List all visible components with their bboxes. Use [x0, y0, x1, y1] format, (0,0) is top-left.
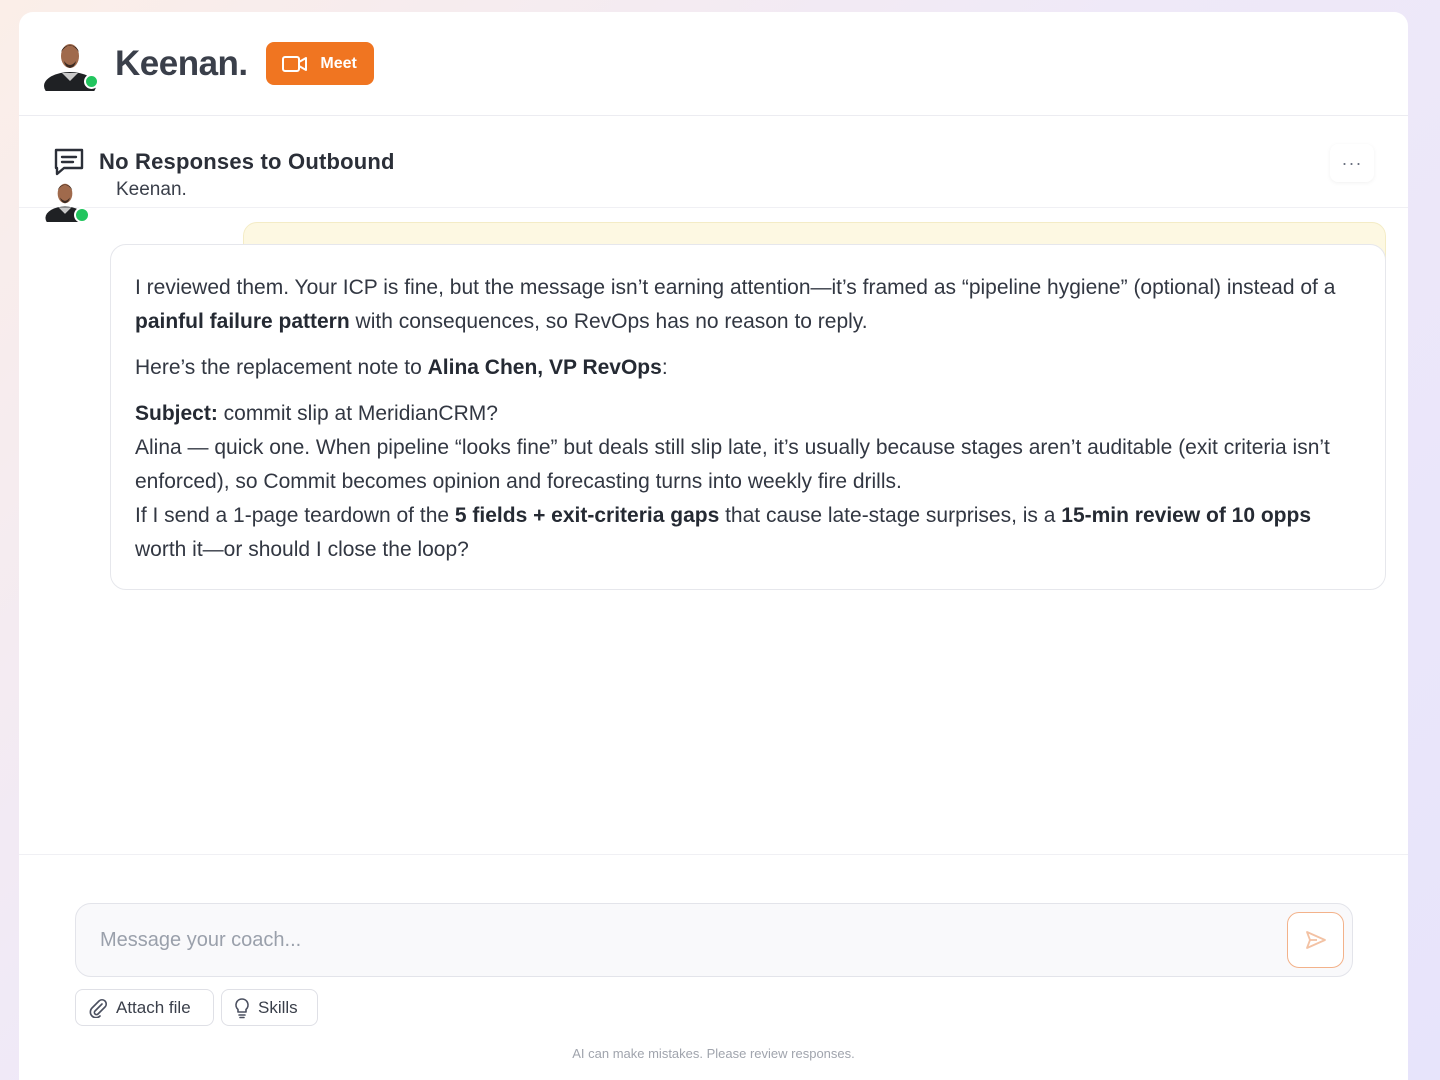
assistant-message-bubble: I reviewed them. Your ICP is fine, but t…	[110, 244, 1386, 590]
email-body-paragraph: Alina — quick one. When pipeline “looks …	[135, 436, 1330, 493]
send-button[interactable]	[1287, 912, 1344, 968]
email-subject: Subject: commit slip at MeridianCRM?	[135, 402, 498, 425]
online-status-dot	[84, 73, 99, 89]
message-input[interactable]	[76, 904, 1276, 976]
meet-button-label: Meet	[320, 54, 357, 72]
assistant-paragraph: Here’s the replacement note to Alina Che…	[135, 356, 668, 379]
assistant-name: Keenan.	[116, 179, 187, 200]
brand-name: Keenan.	[115, 43, 248, 83]
paperclip-icon	[89, 998, 108, 1018]
more-options-button[interactable]: ···	[1330, 144, 1374, 182]
meet-button[interactable]: Meet	[265, 42, 374, 85]
send-icon	[1305, 931, 1326, 949]
lightbulb-icon	[235, 997, 249, 1018]
ai-disclaimer: AI can make mistakes. Please review resp…	[572, 1046, 855, 1061]
email-body-paragraph: If I send a 1-page teardown of the 5 fie…	[135, 504, 1312, 561]
conversation-title: No Responses to Outbound	[99, 148, 395, 174]
conversation-title-bar: No Responses to Outbound ···	[19, 116, 1408, 208]
coach-chat-window: Keenan. Meet No Responses to Outbound ··…	[19, 12, 1408, 1080]
message-composer	[75, 903, 1353, 977]
online-status-dot	[74, 207, 90, 223]
assistant-paragraph: I reviewed them. Your ICP is fine, but t…	[135, 276, 1336, 333]
assistant-avatar	[43, 178, 90, 223]
video-camera-icon	[282, 55, 308, 72]
app-header: Keenan. Meet	[19, 12, 1408, 116]
attach-file-button[interactable]: Attach file	[75, 989, 214, 1026]
chat-bubble-icon	[54, 148, 84, 175]
skills-label: Skills	[258, 997, 298, 1017]
attach-file-label: Attach file	[116, 997, 191, 1017]
coach-avatar	[43, 37, 99, 91]
skills-button[interactable]: Skills	[221, 989, 318, 1026]
